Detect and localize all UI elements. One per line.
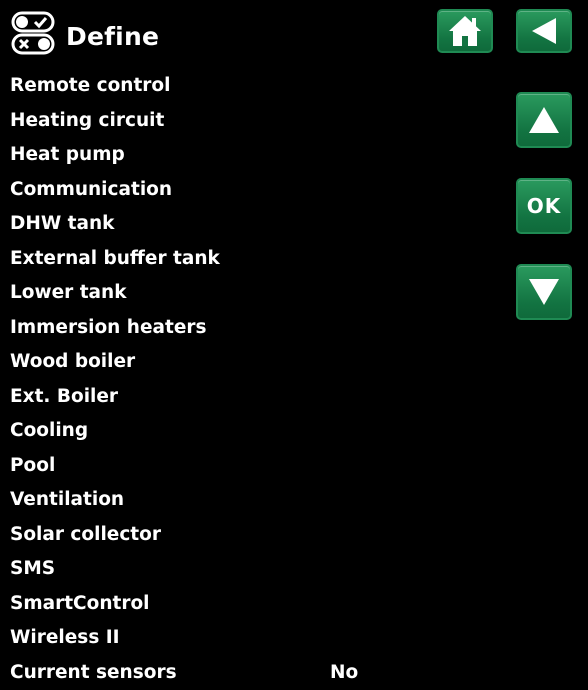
down-arrow-icon <box>527 277 561 307</box>
menu-item-label: Cooling <box>10 414 88 448</box>
ok-label: OK <box>527 194 562 218</box>
menu-item-heat-pump[interactable]: Heat pump <box>10 138 490 173</box>
scroll-up-button[interactable] <box>516 92 572 148</box>
menu-item-dhw-tank[interactable]: DHW tank <box>10 207 490 242</box>
define-toggle-icon <box>10 10 56 56</box>
menu-item-cooling[interactable]: Cooling <box>10 414 490 449</box>
menu-item-label: Communication <box>10 173 172 207</box>
menu-item-solar-collector[interactable]: Solar collector <box>10 518 490 553</box>
scroll-down-button[interactable] <box>516 264 572 320</box>
home-icon <box>447 14 483 48</box>
menu-item-remote-control[interactable]: Remote control <box>10 69 490 104</box>
menu-item-communication[interactable]: Communication <box>10 173 490 208</box>
menu-item-lower-tank[interactable]: Lower tank <box>10 276 490 311</box>
menu-item-wireless-ii[interactable]: Wireless II <box>10 621 490 656</box>
ok-button[interactable]: OK <box>516 178 572 234</box>
menu-item-value: No <box>330 656 358 690</box>
menu-item-label: SMS <box>10 552 55 586</box>
menu-item-label: Solar collector <box>10 518 161 552</box>
home-button[interactable] <box>437 9 493 53</box>
menu-item-label: Immersion heaters <box>10 311 207 345</box>
define-menu-list: Remote control Heating circuit Heat pump… <box>10 69 490 690</box>
menu-item-pool[interactable]: Pool <box>10 449 490 484</box>
back-button[interactable] <box>516 9 572 53</box>
menu-item-label: Pool <box>10 449 55 483</box>
menu-item-ext-boiler[interactable]: Ext. Boiler <box>10 380 490 415</box>
menu-item-label: Ventilation <box>10 483 124 517</box>
menu-item-label: Current sensors <box>10 656 177 690</box>
menu-item-label: Heat pump <box>10 138 125 172</box>
menu-item-label: Ext. Boiler <box>10 380 118 414</box>
menu-item-label: DHW tank <box>10 207 115 241</box>
menu-item-label: External buffer tank <box>10 242 220 276</box>
menu-item-immersion-heaters[interactable]: Immersion heaters <box>10 311 490 346</box>
menu-item-sms[interactable]: SMS <box>10 552 490 587</box>
menu-item-label: SmartControl <box>10 587 150 621</box>
menu-item-current-sensors[interactable]: Current sensors No <box>10 656 490 690</box>
menu-item-smartcontrol[interactable]: SmartControl <box>10 587 490 622</box>
back-arrow-icon <box>529 16 559 46</box>
menu-item-label: Wood boiler <box>10 345 135 379</box>
menu-item-label: Lower tank <box>10 276 127 310</box>
up-arrow-icon <box>527 105 561 135</box>
menu-item-label: Heating circuit <box>10 104 164 138</box>
menu-item-external-buffer-tank[interactable]: External buffer tank <box>10 242 490 277</box>
menu-item-ventilation[interactable]: Ventilation <box>10 483 490 518</box>
menu-item-label: Remote control <box>10 69 170 103</box>
menu-item-heating-circuit[interactable]: Heating circuit <box>10 104 490 139</box>
menu-item-label: Wireless II <box>10 621 120 655</box>
header: Define <box>0 0 588 72</box>
menu-item-wood-boiler[interactable]: Wood boiler <box>10 345 490 380</box>
page-title: Define <box>66 20 159 54</box>
